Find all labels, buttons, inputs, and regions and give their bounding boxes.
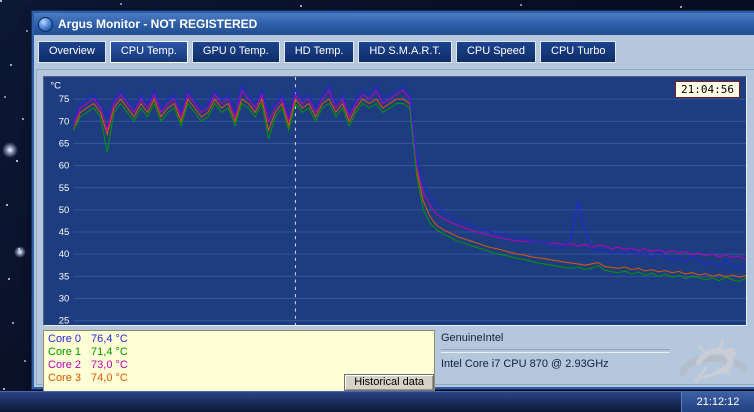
svg-text:75: 75 (59, 93, 70, 104)
svg-text:50: 50 (59, 204, 70, 215)
divider (441, 349, 670, 353)
app-icon (38, 16, 53, 32)
legend-row-core0: Core 0 76,4 °C (48, 333, 430, 346)
tab-hd-smart[interactable]: HD S.M.A.R.T. (358, 41, 452, 63)
cpu-vendor: GenuineIntel (441, 332, 504, 344)
svg-text:60: 60 (59, 160, 70, 171)
tab-cpu-speed[interactable]: CPU Speed (455, 41, 537, 63)
tab-hd-temp[interactable]: HD Temp. (283, 41, 355, 63)
cpu-info: GenuineIntel Intel Core i7 CPU 870 @ 2.9… (441, 332, 670, 370)
core1-value: 71,4 °C (91, 346, 128, 358)
legend-row-core2: Core 2 73,0 °C (48, 359, 430, 372)
tab-gpu0-temp[interactable]: GPU 0 Temp. (191, 41, 280, 63)
cpu-model: Intel Core i7 CPU 870 @ 2.93GHz (441, 358, 609, 370)
historical-data-button[interactable]: Historical data (344, 374, 434, 391)
core1-label: Core 1 (48, 346, 82, 358)
star-glow (2, 142, 18, 158)
taskbar-clock[interactable]: 21:12:12 (681, 392, 754, 412)
star-glow (14, 246, 26, 258)
title-bar[interactable]: Argus Monitor - NOT REGISTERED (34, 13, 754, 35)
svg-text:35: 35 (59, 271, 70, 282)
temperature-plot: °C 75 70 65 60 55 50 45 40 35 30 25 (50, 77, 746, 325)
core0-label: Core 0 (48, 333, 82, 345)
chart-clock: 21:04:56 (675, 81, 740, 98)
svg-text:70: 70 (59, 116, 70, 127)
tab-cpu-temp[interactable]: CPU Temp. (109, 41, 188, 63)
desktop: Argus Monitor - NOT REGISTERED Overview … (0, 0, 754, 412)
core3-label: Core 3 (48, 372, 82, 384)
core-temps-legend: Core 0 76,4 °C Core 1 71,4 °C Core 2 73,0 °… (43, 330, 435, 392)
svg-text:40: 40 (59, 248, 70, 259)
taskbar: 21:12:12 (0, 391, 754, 412)
legend-row-core1: Core 1 71,4 °C (48, 346, 430, 359)
core0-value: 76,4 °C (91, 333, 128, 345)
tab-bar: Overview CPU Temp. GPU 0 Temp. HD Temp. … (38, 41, 754, 63)
svg-text:30: 30 (59, 293, 70, 304)
tab-cpu-turbo[interactable]: CPU Turbo (540, 41, 617, 63)
svg-text:25: 25 (59, 315, 70, 325)
svg-text:45: 45 (59, 226, 70, 237)
window-title: Argus Monitor - NOT REGISTERED (58, 17, 258, 31)
content-panel: °C 75 70 65 60 55 50 45 40 35 30 25 21:04:56 Core 0… (36, 69, 754, 392)
temperature-chart: °C 75 70 65 60 55 50 45 40 35 30 25 21:04:56 (43, 76, 747, 326)
core3-value: 74,0 °C (91, 372, 128, 384)
gecko-logo-icon (679, 339, 747, 383)
core2-value: 73,0 °C (91, 359, 128, 371)
svg-text:65: 65 (59, 138, 70, 149)
svg-text:°C: °C (50, 79, 61, 90)
core2-label: Core 2 (48, 359, 82, 371)
tab-overview[interactable]: Overview (38, 41, 106, 63)
svg-text:55: 55 (59, 182, 70, 193)
argus-monitor-window: Argus Monitor - NOT REGISTERED Overview … (31, 10, 754, 392)
